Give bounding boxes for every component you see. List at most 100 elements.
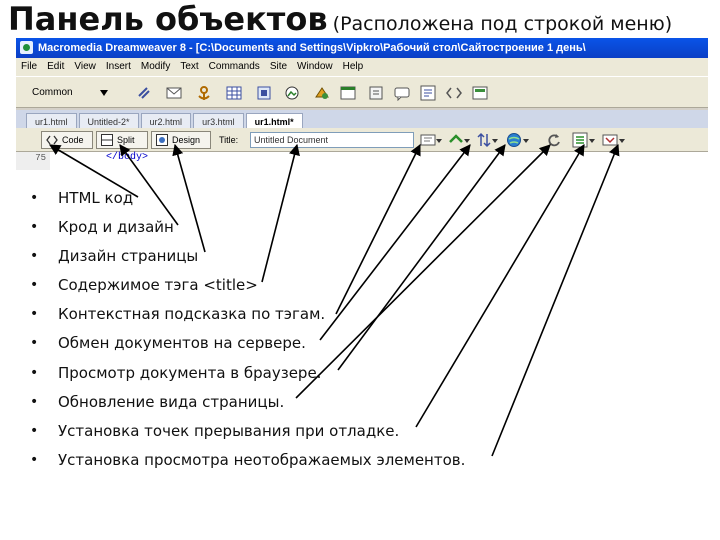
- slide-subtitle: (Расположена под строкой меню): [332, 13, 673, 35]
- list-item: • Дизайн страницы: [30, 242, 710, 271]
- script-icon[interactable]: [446, 85, 462, 101]
- bullet-icon: •: [30, 451, 39, 468]
- bullet-icon: •: [30, 364, 39, 381]
- media-icon[interactable]: [314, 85, 330, 101]
- comment-icon[interactable]: [394, 85, 410, 101]
- no-browser-check-errors-icon[interactable]: [420, 132, 436, 148]
- bullet-icon: •: [30, 422, 39, 439]
- chevron-down-icon: [492, 139, 498, 143]
- menu-text[interactable]: Text: [175, 58, 203, 76]
- list-item: • Установка просмотра неотображаемых элем…: [30, 446, 710, 475]
- code-view-button[interactable]: Code: [41, 131, 93, 149]
- list-item-text: HTML код: [58, 189, 134, 207]
- bullet-icon: •: [30, 393, 39, 410]
- bullet-icon: •: [30, 335, 39, 352]
- list-item-text: Дизайн страницы: [58, 247, 199, 266]
- menu-commands[interactable]: Commands: [204, 58, 265, 76]
- list-item-text: Обмен документов на сервере.: [58, 334, 306, 353]
- image-icon[interactable]: [284, 85, 300, 101]
- email-link-icon[interactable]: [166, 85, 182, 101]
- tab-ur1[interactable]: ur1.html: [26, 113, 77, 129]
- tab-untitled-2[interactable]: Untitled-2*: [78, 113, 139, 129]
- templates-icon[interactable]: [472, 85, 488, 101]
- file-transfer-icon[interactable]: [476, 132, 492, 148]
- menu-site[interactable]: Site: [265, 58, 292, 76]
- view-options-icon[interactable]: [572, 132, 588, 148]
- list-item-text: Установка просмотра неотображаемых элеме…: [58, 450, 466, 469]
- bullet-icon: •: [30, 306, 39, 323]
- list-item-text: Крод и дизайн: [58, 218, 174, 237]
- title-label: Title:: [219, 135, 239, 145]
- chevron-down-icon: [436, 139, 442, 143]
- split-view-button[interactable]: Split: [96, 131, 148, 149]
- code-view-label: Code: [62, 135, 84, 145]
- list-item-text: Контекстная подсказка по тэгам.: [58, 305, 326, 324]
- hyperlink-icon[interactable]: [136, 85, 152, 101]
- bullet-icon: •: [30, 190, 39, 206]
- tab-ur2[interactable]: ur2.html: [140, 113, 192, 129]
- split-view-label: Split: [117, 135, 135, 145]
- code-view-area[interactable]: 75 </body>: [16, 152, 708, 170]
- design-view-icon: [156, 134, 168, 146]
- chevron-down-icon: [589, 139, 595, 143]
- dreamweaver-app-icon: [20, 41, 33, 54]
- document-title-input[interactable]: Untitled Document: [250, 132, 414, 148]
- head-tags-icon[interactable]: [420, 85, 436, 101]
- menu-modify[interactable]: Modify: [136, 58, 175, 76]
- chevron-down-icon: [464, 139, 470, 143]
- preview-in-browser-icon[interactable]: [506, 132, 522, 148]
- code-view-icon: [46, 135, 58, 145]
- bullet-icon: •: [30, 219, 39, 236]
- named-anchor-icon[interactable]: [196, 85, 212, 101]
- table-icon[interactable]: [226, 85, 242, 101]
- line-number-gutter: 75: [16, 152, 50, 170]
- feature-list: • HTML код • Крод и дизайн • Дизайн страниц…: [30, 184, 710, 475]
- chevron-down-icon: [523, 139, 529, 143]
- chevron-down-icon: [619, 139, 625, 143]
- tab-ur3[interactable]: ur3.html: [193, 113, 244, 129]
- list-item: • Крод и дизайн: [30, 213, 710, 242]
- code-line: </body>: [106, 152, 149, 163]
- chevron-down-icon: [100, 90, 108, 96]
- menu-window[interactable]: Window: [292, 58, 338, 76]
- list-item: • Обмен документов на сервере.: [30, 329, 710, 358]
- menu-file[interactable]: File: [16, 58, 42, 76]
- dreamweaver-screenshot: Macromedia Dreamweaver 8 - [C:\Documents…: [16, 38, 708, 170]
- list-item-text: Содержимое тэга <title>: [58, 276, 258, 295]
- menu-bar: File Edit View Insert Modify Text Commands Site…: [16, 58, 708, 76]
- insert-bar: Common: [16, 76, 708, 108]
- visual-aids-icon[interactable]: [602, 132, 618, 148]
- list-item: • Просмотр документа в браузере.: [30, 359, 710, 388]
- tab-ur1-modified[interactable]: ur1.html*: [245, 113, 303, 129]
- document-tabs: ur1.html Untitled-2* ur2.html ur3.html ur1.h…: [16, 110, 708, 129]
- menu-insert[interactable]: Insert: [101, 58, 136, 76]
- date-icon[interactable]: [340, 85, 356, 101]
- list-item: • HTML код: [30, 184, 710, 213]
- list-item-text: Обновление вида страницы.: [58, 392, 285, 411]
- list-item: • Содержимое тэга <title>: [30, 271, 710, 300]
- insert-category-dropdown[interactable]: Common: [22, 84, 112, 102]
- design-view-label: Design: [172, 135, 201, 145]
- document-toolbar: Code Split Design Title: Untitled Docume…: [16, 128, 708, 152]
- list-item: • Установка точек прерывания при отладке.: [30, 417, 710, 446]
- window-title: Macromedia Dreamweaver 8 - [C:\Documents…: [38, 42, 586, 54]
- slide-title-main: Панель объектов: [8, 0, 328, 38]
- layer-icon[interactable]: [256, 85, 272, 101]
- list-item: • Контекстная подсказка по тэгам.: [30, 300, 710, 329]
- menu-help[interactable]: Help: [338, 58, 369, 76]
- server-side-include-icon[interactable]: [368, 85, 384, 101]
- list-item-text: Установка точек прерывания при отладке.: [58, 421, 400, 440]
- design-view-button[interactable]: Design: [151, 131, 211, 149]
- menu-edit[interactable]: Edit: [42, 58, 69, 76]
- menu-view[interactable]: View: [69, 58, 101, 76]
- bullet-icon: •: [30, 277, 39, 294]
- insert-category-label: Common: [32, 87, 73, 98]
- window-titlebar: Macromedia Dreamweaver 8 - [C:\Documents…: [16, 38, 708, 58]
- list-item-text: Просмотр документа в браузере.: [58, 363, 322, 382]
- slide-title: Панель объектов (Расположена под строкой…: [8, 0, 672, 38]
- refresh-design-view-icon[interactable]: [546, 132, 562, 148]
- bullet-icon: •: [30, 248, 39, 265]
- line-number: 75: [35, 153, 46, 163]
- split-view-icon: [101, 134, 113, 146]
- file-management-icon[interactable]: [448, 132, 464, 148]
